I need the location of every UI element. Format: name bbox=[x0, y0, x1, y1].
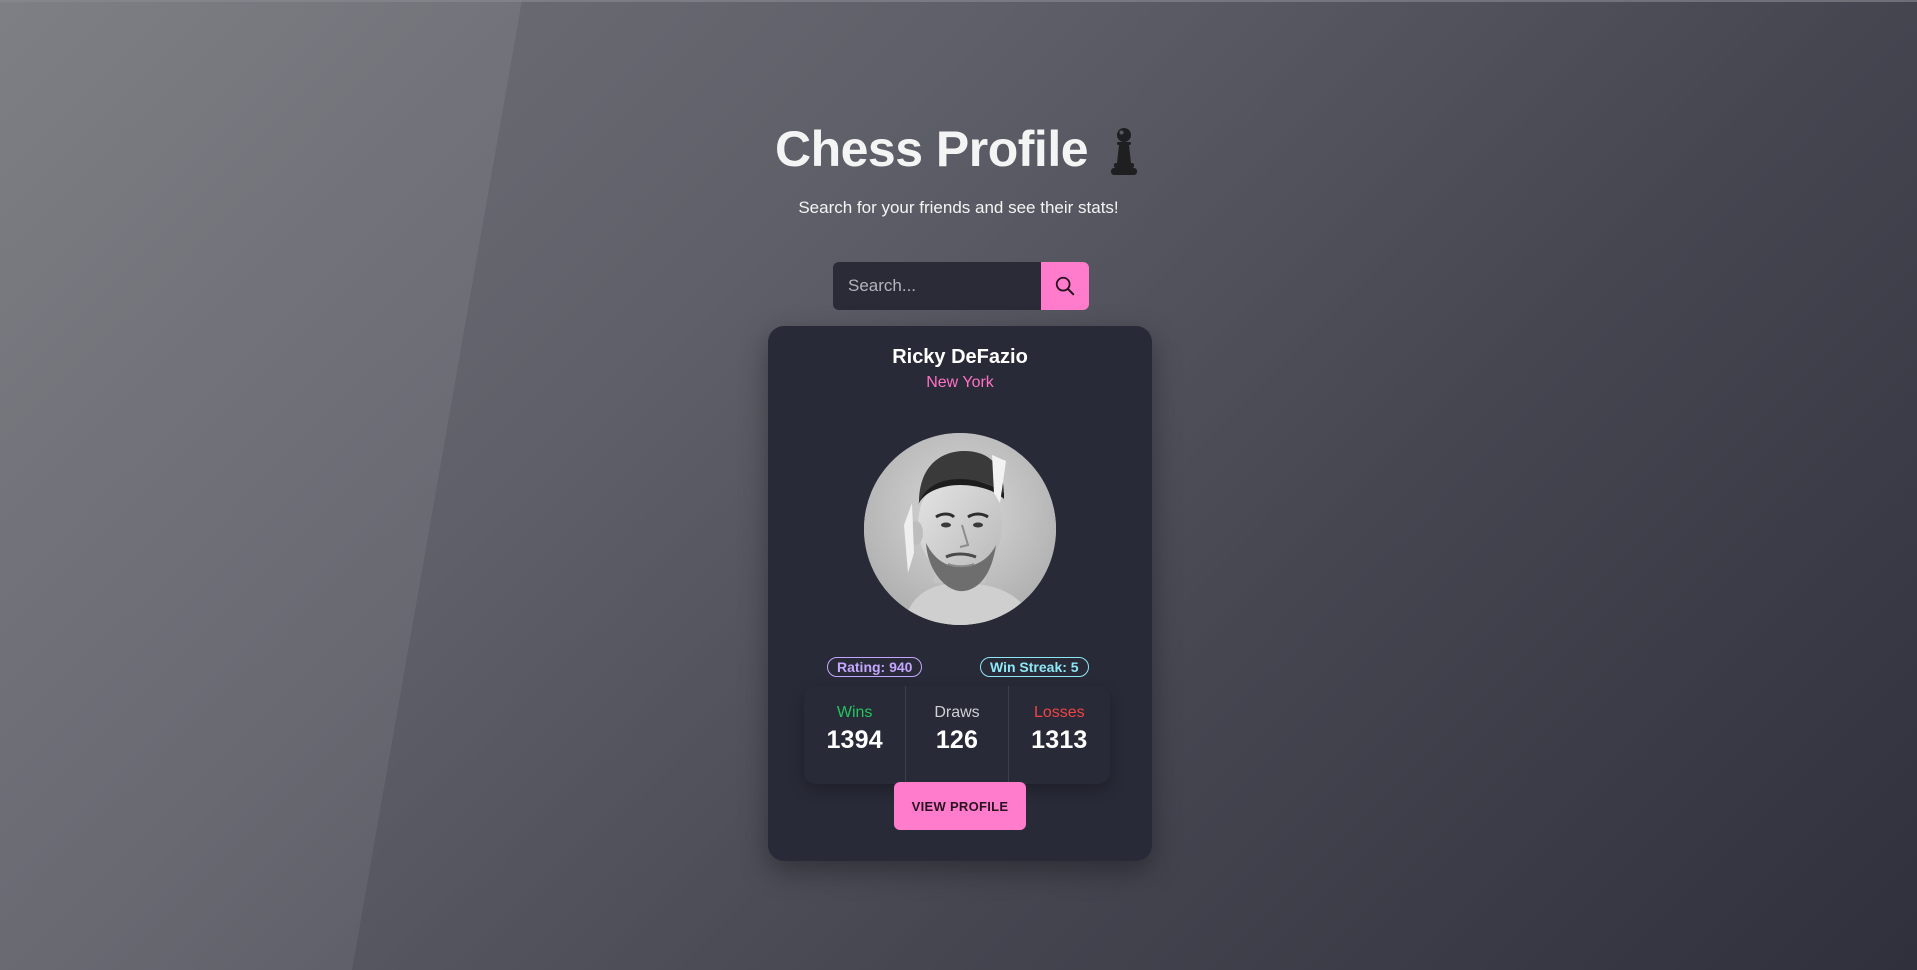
losses-stat: Losses 1313 bbox=[1007, 686, 1110, 784]
page-title-row: Chess Profile bbox=[775, 120, 1142, 178]
top-border bbox=[0, 0, 1917, 2]
player-location: New York bbox=[926, 374, 994, 391]
wins-label: Wins bbox=[836, 704, 873, 721]
wins-value: 1394 bbox=[826, 726, 883, 754]
draws-label: Draws bbox=[934, 704, 980, 721]
losses-label: Losses bbox=[1033, 704, 1085, 721]
wins-stat: Wins 1394 bbox=[804, 686, 905, 784]
search-button[interactable] bbox=[1041, 262, 1089, 310]
player-name: Ricky DeFazio bbox=[892, 346, 1028, 368]
rating-badge: Rating: 940 bbox=[827, 657, 923, 677]
search-input[interactable] bbox=[833, 262, 1041, 310]
search-bar bbox=[833, 262, 1089, 310]
page-subtitle: Search for your friends and see their st… bbox=[798, 198, 1119, 217]
losses-value: 1313 bbox=[1031, 726, 1088, 754]
chess-pawn-icon bbox=[1111, 128, 1138, 175]
avatar bbox=[864, 433, 1056, 625]
avatar-portrait bbox=[864, 433, 1056, 625]
view-profile-button[interactable]: VIEW PROFILE bbox=[894, 782, 1026, 830]
draws-stat: Draws 126 bbox=[905, 686, 1007, 784]
search-icon bbox=[1055, 276, 1075, 296]
stats-panel: Wins 1394 Draws 126 Losses 1313 bbox=[804, 686, 1110, 784]
win-streak-badge: Win Streak: 5 bbox=[980, 657, 1089, 677]
profile-card: Ricky DeFazio New York Rating: 940 Win S… bbox=[768, 326, 1152, 861]
page-title: Chess Profile bbox=[774, 121, 1089, 177]
page-header: Chess Profile Search for your friends an… bbox=[0, 120, 1917, 218]
draws-value: 126 bbox=[935, 726, 979, 754]
